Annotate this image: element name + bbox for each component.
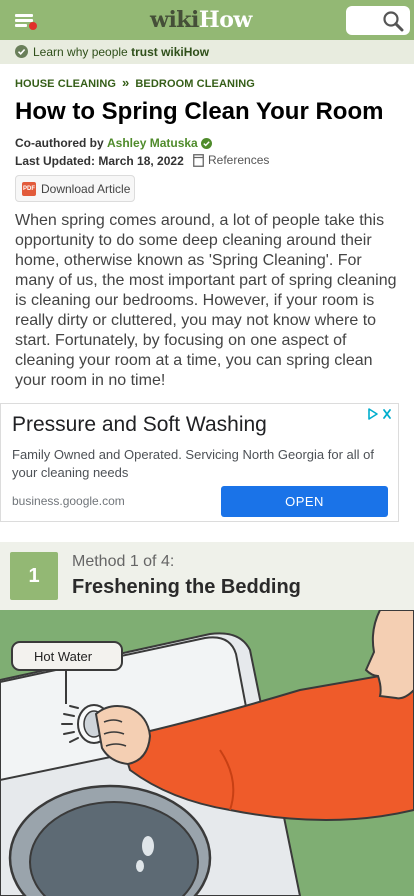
menu-button[interactable]	[15, 12, 37, 30]
trust-prefix: Learn why people	[33, 45, 128, 59]
ad-headline[interactable]: Pressure and Soft Washing	[12, 413, 267, 437]
updated-date: March 18, 2022	[98, 154, 184, 168]
method-number: 1	[10, 552, 58, 600]
expert-verified-icon	[200, 138, 212, 149]
author-link[interactable]: Ashley Matuska	[107, 136, 198, 150]
top-header: wikiHow	[0, 0, 414, 40]
method-header: 1 Method 1 of 4: Freshening the Bedding	[0, 542, 414, 610]
breadcrumb: HOUSE CLEANING » BEDROOM CLEANING	[15, 75, 255, 90]
breadcrumb-separator: »	[122, 75, 130, 90]
coauthor-label: Co-authored by	[15, 136, 104, 150]
references-label: References	[208, 153, 270, 167]
coauthor-line: Co-authored by Ashley Matuska	[15, 136, 212, 150]
article-title: How to Spring Clean Your Room	[15, 98, 384, 125]
trust-text: Learn why people trust wikiHow	[33, 45, 209, 59]
menu-icon-bar	[15, 24, 27, 27]
method-title: Freshening the Bedding	[72, 576, 301, 598]
ad-banner[interactable]: Pressure and Soft Washing Family Owned a…	[0, 403, 399, 522]
last-updated: Last Updated: March 18, 2022	[15, 154, 184, 168]
updated-label: Last Updated:	[15, 154, 96, 168]
ad-open-button[interactable]: OPEN	[221, 486, 388, 517]
trust-bar[interactable]: Learn why people trust wikiHow	[0, 40, 414, 64]
adchoices-icon[interactable]	[367, 407, 393, 421]
references-link[interactable]: References	[193, 153, 269, 167]
logo-text-wiki: wiki	[150, 7, 199, 33]
breadcrumb-link-house-cleaning[interactable]: HOUSE CLEANING	[15, 78, 116, 90]
search-icon[interactable]	[382, 10, 404, 32]
menu-icon-bar	[15, 19, 33, 22]
menu-icon	[15, 14, 33, 17]
step-illustration[interactable]: Hot Water	[0, 610, 414, 896]
wikihow-logo[interactable]: wikiHow	[150, 7, 252, 33]
download-article-button[interactable]: PDF Download Article	[15, 175, 135, 202]
notification-dot	[29, 22, 37, 30]
document-icon	[193, 154, 204, 167]
callout-label: Hot Water	[34, 649, 93, 664]
method-subtitle: Method 1 of 4:	[72, 553, 175, 570]
ad-host: business.google.com	[12, 494, 125, 508]
trust-emphasis: trust wikiHow	[131, 45, 210, 59]
search-input[interactable]	[346, 6, 410, 35]
ad-description: Family Owned and Operated. Servicing Nor…	[12, 447, 375, 480]
washing-machine-illustration: Hot Water	[0, 610, 414, 896]
download-label: Download Article	[41, 182, 131, 196]
pdf-icon: PDF	[22, 182, 36, 196]
logo-text-how: How	[198, 7, 252, 33]
breadcrumb-link-bedroom-cleaning[interactable]: BEDROOM CLEANING	[135, 78, 255, 90]
article-intro: When spring comes around, a lot of peopl…	[15, 212, 397, 389]
verified-check-icon	[15, 45, 28, 58]
